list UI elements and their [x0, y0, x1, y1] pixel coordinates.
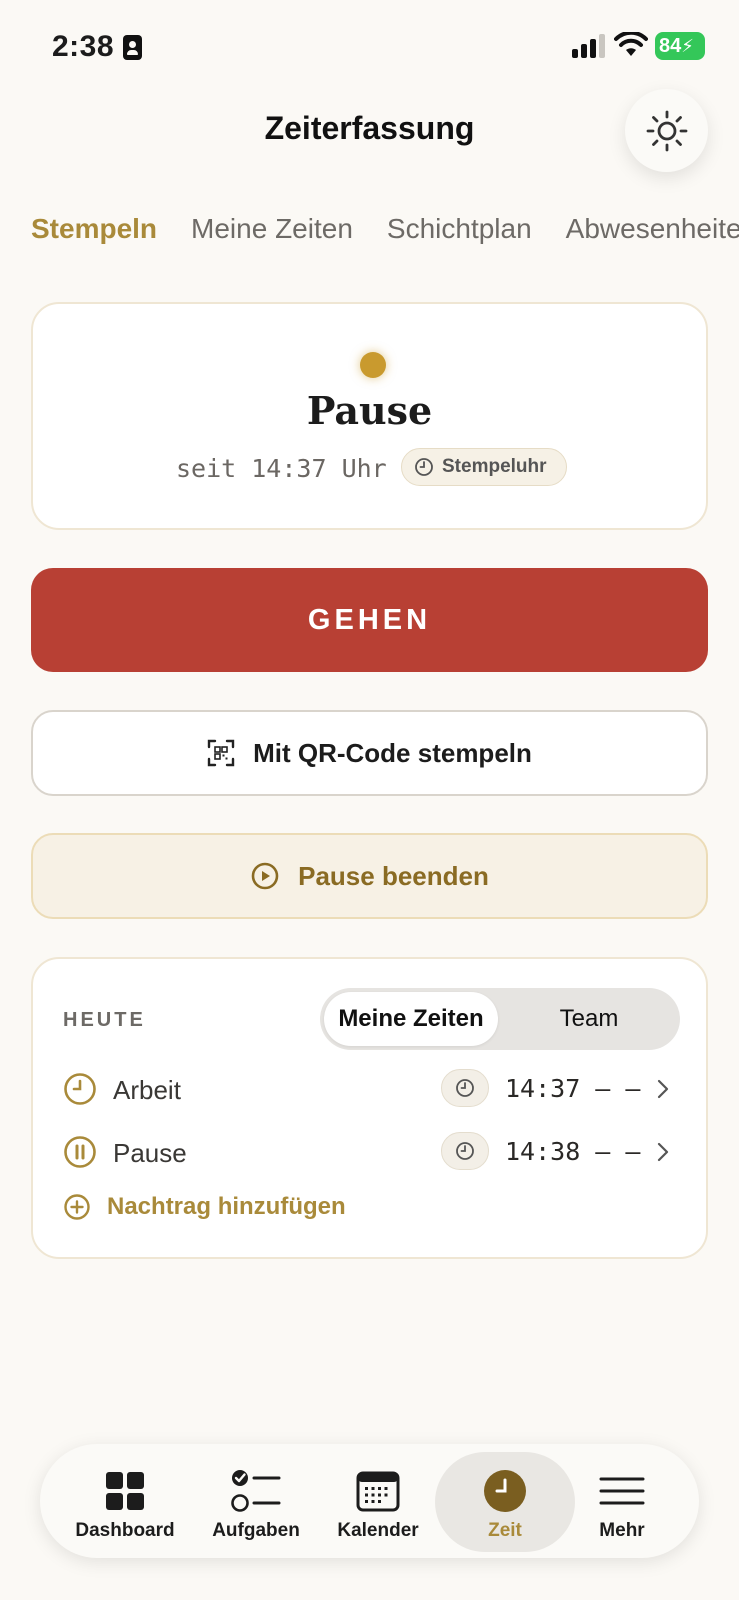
- pause-circle-icon: [64, 1136, 96, 1168]
- source-chip: Stempeluhr: [401, 448, 567, 486]
- qr-code-stamp-button[interactable]: Mit QR-Code stempeln: [31, 710, 708, 796]
- clock-icon: [456, 1142, 474, 1160]
- entry-label: Arbeit: [113, 1075, 181, 1105]
- clock-icon: [64, 1073, 96, 1105]
- status-time: 2:38: [52, 30, 115, 63]
- menu-icon: [599, 1477, 645, 1505]
- grid-icon: [106, 1472, 144, 1510]
- nav-item-dashboard[interactable]: Dashboard: [68, 1444, 182, 1558]
- calendar-icon: [356, 1471, 400, 1512]
- wifi-icon: [614, 32, 648, 56]
- tab-abwesenheiten[interactable]: Abwesenheiten: [566, 213, 739, 245]
- nav-item-aufgaben[interactable]: Aufgaben: [206, 1444, 306, 1558]
- plus-circle-icon: [64, 1194, 90, 1220]
- cellular-signal-icon: [572, 34, 606, 58]
- tab-schichtplan[interactable]: Schichtplan: [387, 213, 532, 245]
- add-entry-label: Nachtrag hinzufügen: [107, 1193, 346, 1220]
- time-entry-row[interactable]: Pause 14:38 – –: [63, 1129, 673, 1179]
- qr-code-stamp-label: Mit QR-Code stempeln: [253, 737, 532, 768]
- battery-level: 84: [659, 35, 682, 57]
- nav-item-kalender[interactable]: Kalender: [330, 1444, 426, 1558]
- tab-meine-zeiten[interactable]: Meine Zeiten: [191, 213, 353, 245]
- segment-team[interactable]: Team: [502, 992, 676, 1046]
- status-card: Pause seit 14:37 Uhr Stempeluhr: [31, 302, 708, 530]
- checklist-icon: [231, 1470, 281, 1512]
- battery-charging-icon: 84⚡: [655, 32, 705, 60]
- nav-label: Zeit: [488, 1520, 522, 1541]
- nav-label: Mehr: [599, 1520, 645, 1541]
- gehen-button[interactable]: GEHEN: [31, 568, 708, 672]
- entry-time: 14:38 – –: [505, 1137, 641, 1166]
- clock-icon: [484, 1470, 526, 1512]
- nav-item-mehr[interactable]: Mehr: [578, 1444, 666, 1558]
- nav-label: Dashboard: [75, 1520, 175, 1541]
- today-label: HEUTE: [63, 1009, 146, 1031]
- bottom-nav: Dashboard Aufgaben Kalender Zeit Mehr: [40, 1444, 699, 1558]
- status-title: Pause: [306, 388, 433, 433]
- nav-label: Aufgaben: [212, 1520, 300, 1541]
- entry-source-chip: [441, 1132, 489, 1170]
- theme-toggle-button[interactable]: [625, 89, 708, 172]
- nav-label: Kalender: [337, 1520, 419, 1541]
- sun-icon: [646, 110, 687, 151]
- clock-icon: [456, 1079, 474, 1097]
- entry-source-chip: [441, 1069, 489, 1107]
- end-pause-label: Pause beenden: [298, 860, 489, 891]
- clock-icon: [415, 458, 433, 476]
- chevron-right-icon: [657, 1142, 669, 1162]
- qr-code-icon: [207, 739, 235, 767]
- nav-item-zeit[interactable]: Zeit: [435, 1452, 575, 1552]
- end-pause-button[interactable]: Pause beenden: [31, 833, 708, 919]
- entry-label: Pause: [113, 1138, 187, 1168]
- today-card: HEUTE Meine Zeiten Team Arbeit 14:37 – –…: [31, 957, 708, 1259]
- segmented-control: Meine Zeiten Team: [320, 988, 680, 1050]
- chevron-right-icon: [657, 1079, 669, 1099]
- tab-bar: Stempeln Meine Zeiten Schichtplan Abwesenhe…: [31, 213, 739, 253]
- status-since: seit 14:37 Uhr: [176, 454, 387, 483]
- add-entry-button[interactable]: Nachtrag hinzufügen: [63, 1193, 346, 1221]
- play-circle-icon: [251, 862, 279, 890]
- id-card-icon: [123, 35, 142, 60]
- source-chip-label: Stempeluhr: [442, 456, 547, 477]
- time-entry-row[interactable]: Arbeit 14:37 – –: [63, 1066, 673, 1116]
- status-indicator-dot: [360, 352, 386, 378]
- segment-meine-zeiten[interactable]: Meine Zeiten: [324, 992, 498, 1046]
- entry-time: 14:37 – –: [505, 1074, 641, 1103]
- tab-stempeln[interactable]: Stempeln: [31, 213, 157, 245]
